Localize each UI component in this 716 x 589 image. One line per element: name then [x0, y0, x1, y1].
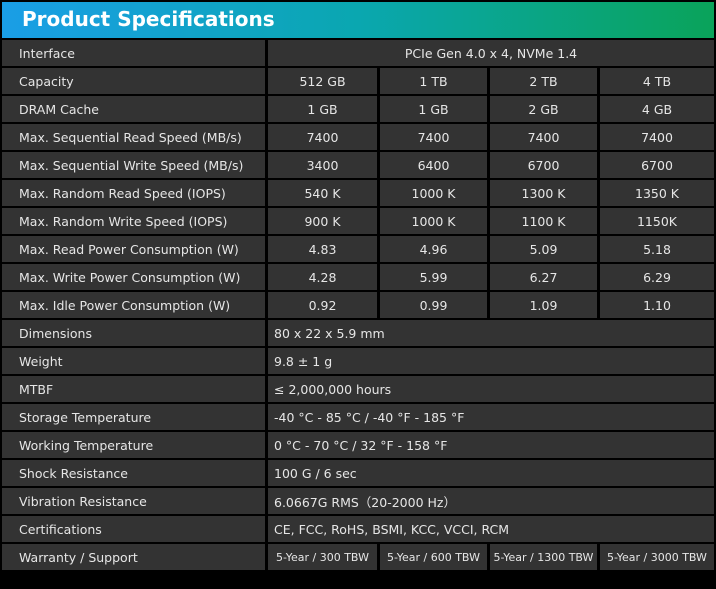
- spec-value: CE, FCC, RoHS, BSMI, KCC, VCCI, RCM: [268, 516, 714, 544]
- spec-value: 5.18: [600, 236, 714, 264]
- spec-value: 1000 K: [380, 180, 490, 208]
- spec-value: 4.28: [268, 264, 380, 292]
- spec-label: Working Temperature: [2, 432, 268, 460]
- spec-value: 5.99: [380, 264, 490, 292]
- spec-value: 80 x 22 x 5.9 mm: [268, 320, 714, 348]
- spec-row: Max. Idle Power Consumption (W) 0.92 0.99 1…: [2, 292, 714, 320]
- spec-label: Vibration Resistance: [2, 488, 268, 516]
- spec-value: 7400: [490, 124, 600, 152]
- spec-value: 6700: [490, 152, 600, 180]
- spec-value: 0 °C - 70 °C / 32 °F - 158 °F: [268, 432, 714, 460]
- spec-row: Storage Temperature -40 °C - 85 °C / -40 …: [2, 404, 714, 432]
- spec-value: 100 G / 6 sec: [268, 460, 714, 488]
- spec-row: Max. Write Power Consumption (W) 4.28 5.99…: [2, 264, 714, 292]
- spec-value: 7400: [600, 124, 714, 152]
- spec-label: Max. Read Power Consumption (W): [2, 236, 268, 264]
- spec-value: 1100 K: [490, 208, 600, 236]
- spec-value: 6.0667G RMS（20-2000 Hz）: [268, 488, 714, 516]
- spec-label: Shock Resistance: [2, 460, 268, 488]
- spec-value: PCIe Gen 4.0 x 4, NVMe 1.4: [268, 40, 714, 68]
- spec-value: 1.09: [490, 292, 600, 320]
- spec-row: Dimensions 80 x 22 x 5.9 mm: [2, 320, 714, 348]
- spec-label: Max. Random Read Speed (IOPS): [2, 180, 268, 208]
- spec-row: DRAM Cache 1 GB 1 GB 2 GB 4 GB: [2, 96, 714, 124]
- spec-value: 3400: [268, 152, 380, 180]
- spec-value: 5-Year / 300 TBW: [268, 544, 380, 572]
- spec-value: -40 °C - 85 °C / -40 °F - 185 °F: [268, 404, 714, 432]
- spec-value: 4 GB: [600, 96, 714, 124]
- spec-label: Certifications: [2, 516, 268, 544]
- spec-label: Warranty / Support: [2, 544, 268, 572]
- spec-row: Max. Random Read Speed (IOPS) 540 K 1000 K…: [2, 180, 714, 208]
- spec-value: 5-Year / 1300 TBW: [490, 544, 600, 572]
- spec-table: Interface PCIe Gen 4.0 x 4, NVMe 1.4 Capac…: [2, 40, 714, 572]
- spec-value: 4.96: [380, 236, 490, 264]
- spec-label: Dimensions: [2, 320, 268, 348]
- spec-value: 540 K: [268, 180, 380, 208]
- spec-label: Storage Temperature: [2, 404, 268, 432]
- spec-row: Capacity 512 GB 1 TB 2 TB 4 TB: [2, 68, 714, 96]
- spec-value: 5.09: [490, 236, 600, 264]
- spec-label: DRAM Cache: [2, 96, 268, 124]
- spec-label: Max. Random Write Speed (IOPS): [2, 208, 268, 236]
- spec-label: Max. Write Power Consumption (W): [2, 264, 268, 292]
- spec-row: Shock Resistance 100 G / 6 sec: [2, 460, 714, 488]
- spec-row: Max. Read Power Consumption (W) 4.83 4.96 5…: [2, 236, 714, 264]
- spec-value: 5-Year / 600 TBW: [380, 544, 490, 572]
- spec-row: Working Temperature 0 °C - 70 °C / 32 °F …: [2, 432, 714, 460]
- spec-value: 1 GB: [380, 96, 490, 124]
- spec-value: 7400: [380, 124, 490, 152]
- spec-label: Max. Sequential Read Speed (MB/s): [2, 124, 268, 152]
- spec-value: 6.27: [490, 264, 600, 292]
- spec-value: 9.8 ± 1 g: [268, 348, 714, 376]
- spec-label: Weight: [2, 348, 268, 376]
- spec-value: 1350 K: [600, 180, 714, 208]
- spec-row: MTBF ≤ 2,000,000 hours: [2, 376, 714, 404]
- spec-value: 5-Year / 3000 TBW: [600, 544, 714, 572]
- spec-value: 1000 K: [380, 208, 490, 236]
- spec-value: 6700: [600, 152, 714, 180]
- spec-value: 1300 K: [490, 180, 600, 208]
- spec-label: Max. Sequential Write Speed (MB/s): [2, 152, 268, 180]
- spec-value: 1.10: [600, 292, 714, 320]
- spec-value: 1 GB: [268, 96, 380, 124]
- spec-label: MTBF: [2, 376, 268, 404]
- page-title: Product Specifications: [22, 7, 275, 31]
- spec-row: Certifications CE, FCC, RoHS, BSMI, KCC, …: [2, 516, 714, 544]
- spec-value: 0.99: [380, 292, 490, 320]
- spec-row: Weight 9.8 ± 1 g: [2, 348, 714, 376]
- spec-row: Warranty / Support 5-Year / 300 TBW 5-Year…: [2, 544, 714, 572]
- spec-value: 512 GB: [268, 68, 380, 96]
- spec-value: 7400: [268, 124, 380, 152]
- spec-value: 900 K: [268, 208, 380, 236]
- spec-value: 2 TB: [490, 68, 600, 96]
- spec-label: Max. Idle Power Consumption (W): [2, 292, 268, 320]
- spec-value: 0.92: [268, 292, 380, 320]
- spec-value: 6.29: [600, 264, 714, 292]
- spec-value: 6400: [380, 152, 490, 180]
- spec-value: 2 GB: [490, 96, 600, 124]
- spec-row: Max. Sequential Write Speed (MB/s) 3400 64…: [2, 152, 714, 180]
- spec-value: 1 TB: [380, 68, 490, 96]
- spec-row: Vibration Resistance 6.0667G RMS（20-2000 …: [2, 488, 714, 516]
- spec-value: 4 TB: [600, 68, 714, 96]
- spec-row: Max. Sequential Read Speed (MB/s) 7400 740…: [2, 124, 714, 152]
- spec-value: 4.83: [268, 236, 380, 264]
- header-banner: Product Specifications: [2, 2, 714, 38]
- spec-label: Interface: [2, 40, 268, 68]
- spec-value: ≤ 2,000,000 hours: [268, 376, 714, 404]
- spec-row: Max. Random Write Speed (IOPS) 900 K 1000 …: [2, 208, 714, 236]
- spec-label: Capacity: [2, 68, 268, 96]
- spec-value: 1150K: [600, 208, 714, 236]
- spec-row: Interface PCIe Gen 4.0 x 4, NVMe 1.4: [2, 40, 714, 68]
